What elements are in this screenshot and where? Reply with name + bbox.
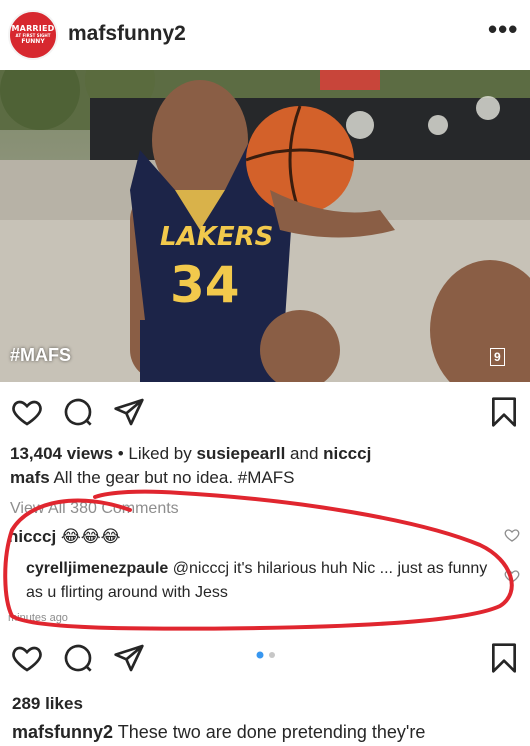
channel-logo: 9 (490, 348, 505, 366)
comment-icon[interactable] (62, 642, 94, 674)
comment-reply: cyrelljimenezpaule @nicccj it's hilariou… (26, 557, 506, 605)
comment-icon[interactable] (62, 396, 94, 428)
caption-text: All the gear but no idea. #MAFS (49, 468, 295, 487)
share-icon[interactable] (112, 642, 146, 674)
caption-username[interactable]: mafs (10, 468, 50, 487)
heart-icon[interactable] (10, 396, 44, 428)
carousel-dot-active (256, 651, 264, 659)
post-username[interactable]: mafsfunny2 (68, 22, 186, 46)
view-count[interactable]: 13,404 views (10, 444, 113, 463)
share-icon[interactable] (112, 396, 146, 428)
timestamp: minutes ago (8, 612, 68, 624)
comment-like-heart-icon[interactable] (504, 527, 520, 543)
comment-username[interactable]: nicccj (8, 527, 56, 546)
carousel-dot (269, 652, 275, 658)
liked-by-label: • Liked by (113, 444, 197, 463)
view-all-comments-link[interactable]: View All 380 Comments (10, 500, 179, 518)
hashtag-overlay: #MAFS (10, 345, 72, 365)
comment-text: 😂😂😂 (56, 527, 121, 546)
post-caption: mafs All the gear but no idea. #MAFS (10, 468, 294, 488)
post-caption: mafsfunny2 These two are done pretending… (12, 722, 425, 743)
reply-username[interactable]: cyrelljimenezpaule (26, 560, 168, 577)
caption-text: These two are done pretending they're (113, 722, 426, 742)
bookmark-icon[interactable] (490, 396, 518, 428)
bookmark-icon[interactable] (490, 642, 518, 674)
liked-user[interactable]: susiepearll (196, 444, 285, 463)
jersey-number: 34 (170, 256, 240, 314)
comment: nicccj 😂😂😂 (8, 527, 121, 547)
liked-user[interactable]: nicccj (323, 444, 371, 463)
post-header: MARRIED AT FIRST SIGHT FUNNY mafsfunny2 … (0, 0, 530, 68)
heart-icon[interactable] (10, 642, 44, 674)
jersey-text: LAKERS (160, 222, 273, 252)
post-video[interactable]: LAKERS 34 #MAFS 9 (0, 70, 530, 382)
post-actions (0, 392, 530, 432)
next-post-actions (0, 640, 530, 680)
views-and-likes: 13,404 views • Liked by susiepearll and … (10, 444, 372, 463)
caption-username[interactable]: mafsfunny2 (12, 722, 113, 742)
avatar[interactable]: MARRIED AT FIRST SIGHT FUNNY (8, 10, 58, 60)
more-options-icon[interactable]: ••• (488, 14, 518, 45)
video-frame-image: LAKERS 34 (0, 70, 530, 382)
like-count[interactable]: 289 likes (12, 694, 83, 714)
reply-like-heart-icon[interactable] (504, 568, 520, 584)
carousel-dots (256, 651, 275, 659)
